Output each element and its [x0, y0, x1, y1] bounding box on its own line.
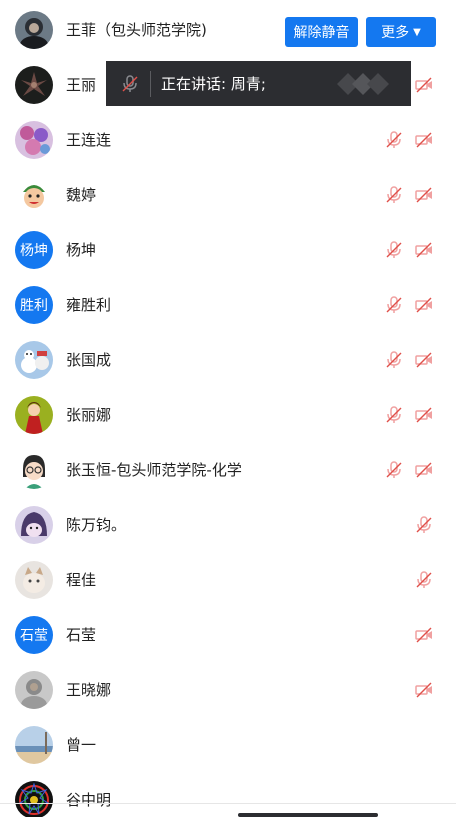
divider	[150, 70, 151, 97]
participant-name: 张丽娜	[66, 406, 112, 424]
camera-off-icon	[415, 297, 432, 312]
participant-row[interactable]: 王晓娜	[0, 662, 456, 717]
participant-row[interactable]: 张国成	[0, 332, 456, 387]
glasses-cartoon-avatar	[15, 450, 53, 489]
speaking-toast: 正在讲话: 周青;	[106, 61, 411, 106]
text-avatar: 杨坤	[15, 230, 53, 269]
caret-down-icon: ▼	[413, 26, 421, 38]
more-label: 更多	[381, 25, 410, 41]
camera-off-icon	[415, 187, 432, 202]
participant-row[interactable]: 陈万钧。	[0, 497, 456, 552]
mic-off-icon	[386, 295, 402, 313]
camera-off-icon	[415, 462, 432, 477]
text-avatar: 胜利	[15, 285, 53, 324]
media-status	[384, 240, 434, 260]
media-status	[384, 185, 434, 205]
camera-off-icon	[415, 352, 432, 367]
media-status	[384, 350, 434, 370]
participant-name: 王连连	[66, 131, 112, 149]
participant-name: 王晓娜	[66, 681, 112, 699]
participant-row-self[interactable]: 王菲（包头师范学院) 解除静音 更多 ▼	[0, 2, 456, 57]
beach-avatar	[15, 725, 53, 764]
participant-name: 程佳	[66, 571, 97, 589]
gray-photo-avatar	[15, 670, 53, 709]
speaking-text: 正在讲话: 周青;	[161, 75, 266, 93]
mic-off-icon	[386, 350, 402, 368]
mic-off-icon	[386, 460, 402, 478]
media-status	[384, 405, 434, 425]
dark-flower-avatar	[15, 65, 53, 104]
participant-row[interactable]: 魏婷	[0, 167, 456, 222]
mic-off-icon	[386, 405, 402, 423]
diamond-pattern-icon	[337, 73, 389, 95]
media-status	[414, 570, 434, 590]
girl-green-avatar	[15, 395, 53, 434]
participant-row[interactable]: 张丽娜	[0, 387, 456, 442]
camera-off-icon	[415, 682, 432, 697]
shark-avatar	[15, 505, 53, 544]
participant-name: 张玉恒-包头师范学院-化学	[66, 461, 242, 479]
camera-off-icon	[415, 77, 432, 92]
participant-row[interactable]: 胜利 雍胜利	[0, 277, 456, 332]
participant-row[interactable]: 张玉恒-包头师范学院-化学	[0, 442, 456, 497]
home-indicator[interactable]	[238, 813, 378, 817]
participant-name: 王菲（包头师范学院)	[66, 21, 207, 39]
media-status	[414, 625, 434, 645]
snowman-avatar	[15, 340, 53, 379]
more-button[interactable]: 更多 ▼	[366, 17, 436, 47]
participant-name: 石莹	[66, 626, 97, 644]
camera-off-icon	[415, 132, 432, 147]
participant-name: 谷中明	[66, 791, 112, 809]
participant-name: 魏婷	[66, 186, 97, 204]
participant-row[interactable]: 谷中明	[0, 772, 456, 817]
participant-row[interactable]: 石莹 石莹	[0, 607, 456, 662]
mic-off-icon	[416, 570, 432, 588]
camera-off-icon	[415, 627, 432, 642]
text-avatar: 石莹	[15, 615, 53, 654]
media-status	[414, 680, 434, 700]
mic-off-icon	[386, 130, 402, 148]
media-status	[414, 515, 434, 535]
participant-row[interactable]: 曾一	[0, 717, 456, 772]
media-status	[384, 460, 434, 480]
camera-off-icon	[415, 242, 432, 257]
cartoon-avatar	[15, 175, 53, 214]
camera-off-icon	[415, 407, 432, 422]
mic-off-icon	[122, 74, 138, 92]
mic-off-icon	[386, 185, 402, 203]
participant-name: 雍胜利	[66, 296, 112, 314]
avatar	[15, 10, 53, 49]
mic-off-icon	[386, 240, 402, 258]
participant-name: 陈万钧。	[66, 516, 127, 534]
unmute-all-button[interactable]: 解除静音	[285, 17, 358, 47]
mandala-avatar	[15, 780, 53, 817]
participant-name: 杨坤	[66, 241, 97, 259]
purple-flower-avatar	[15, 120, 53, 159]
participant-row[interactable]: 程佳	[0, 552, 456, 607]
mic-off-icon	[416, 515, 432, 533]
participant-row[interactable]: 杨坤 杨坤	[0, 222, 456, 277]
participant-name: 曾一	[66, 736, 97, 754]
participant-name: 张国成	[66, 351, 112, 369]
media-status	[384, 295, 434, 315]
media-status	[384, 130, 434, 150]
cat-avatar	[15, 560, 53, 599]
participant-name: 王丽	[66, 76, 97, 94]
participant-row[interactable]: 王连连	[0, 112, 456, 167]
bottom-divider	[0, 803, 456, 804]
media-status	[414, 75, 434, 95]
